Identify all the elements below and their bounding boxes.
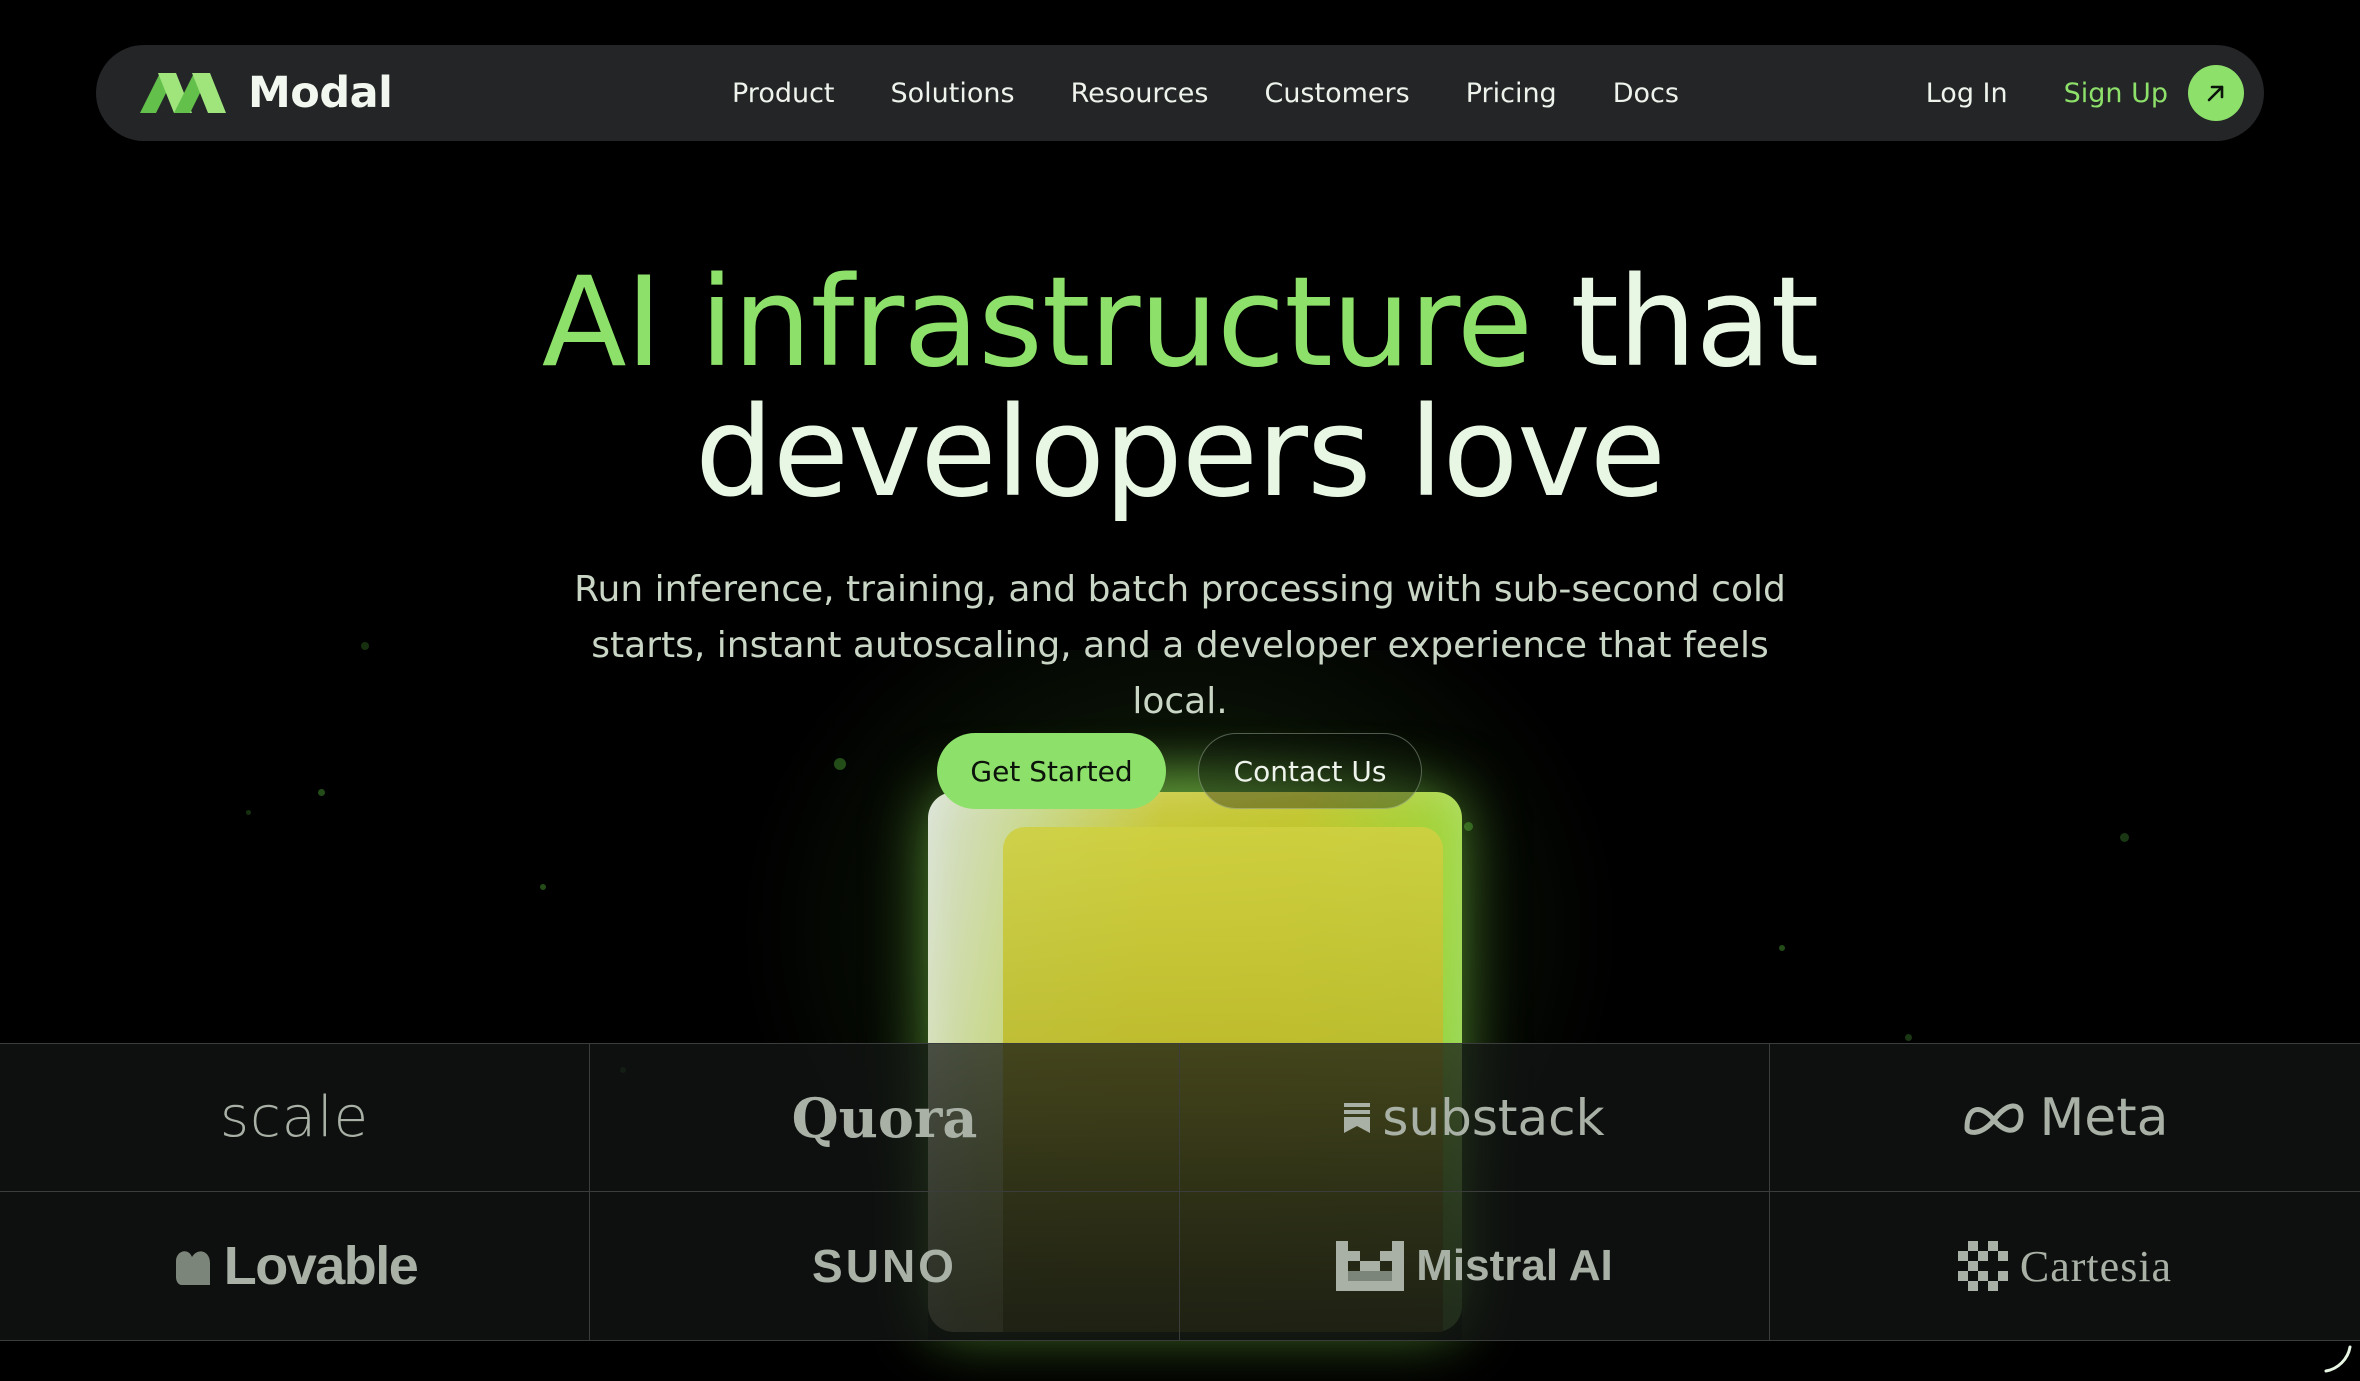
nav-link-pricing[interactable]: Pricing — [1466, 78, 1557, 109]
logo-label: scale — [219, 1085, 370, 1150]
contact-us-button[interactable]: Contact Us — [1198, 733, 1422, 809]
customer-logo-lovable: Lovable — [0, 1192, 590, 1340]
get-started-button[interactable]: Get Started — [937, 733, 1166, 809]
hero-title: AI infrastructure that developers love — [0, 258, 2360, 518]
background-particle — [1905, 1034, 1912, 1041]
nav-link-customers[interactable]: Customers — [1264, 78, 1409, 109]
logo-label: SUNO — [812, 1240, 957, 1292]
nav-link-docs[interactable]: Docs — [1613, 78, 1679, 109]
customer-logo-substack: substack — [1180, 1044, 1770, 1192]
nav-link-product[interactable]: Product — [732, 78, 835, 109]
brand-name: Modal — [248, 68, 393, 118]
background-particle — [834, 758, 846, 770]
arrow-up-right-icon — [2207, 85, 2224, 102]
nav-link-solutions[interactable]: Solutions — [891, 78, 1015, 109]
lovable-heart-icon — [175, 1251, 210, 1285]
corner-resize-icon — [2324, 1345, 2352, 1373]
substack-icon — [1344, 1102, 1371, 1133]
signup-arrow-button[interactable] — [2188, 65, 2244, 121]
logo-label: Mistral AI — [1416, 1241, 1613, 1290]
background-particle — [1779, 945, 1785, 951]
logo-label: Lovable — [223, 1236, 419, 1296]
nav-link-resources[interactable]: Resources — [1071, 78, 1209, 109]
customer-logo-cartesia: Cartesia — [1770, 1192, 2360, 1340]
customer-logo-mistral: Mistral AI — [1180, 1192, 1770, 1340]
customer-logo-scale: scale — [0, 1044, 590, 1192]
hero-title-rest: that — [1531, 251, 1819, 395]
customer-logo-meta: Meta — [1770, 1044, 2360, 1192]
logo-label: Meta — [2039, 1087, 2169, 1148]
logo-label: Cartesia — [2019, 1241, 2173, 1291]
background-particle — [318, 789, 325, 796]
brand[interactable]: Modal — [140, 45, 393, 141]
hero-subtitle: Run inference, training, and batch proce… — [574, 569, 1786, 722]
nav-actions: Log In Sign Up — [1926, 45, 2244, 141]
background-particle — [361, 642, 369, 650]
mistral-icon — [1336, 1241, 1405, 1291]
login-link[interactable]: Log In — [1926, 78, 2008, 109]
hero-title-accent: AI infrastructure — [541, 251, 1533, 395]
background-particle — [246, 810, 251, 815]
cartesia-icon — [1957, 1241, 2008, 1291]
logo-label: substack — [1382, 1088, 1605, 1147]
signup-link[interactable]: Sign Up — [2064, 78, 2168, 109]
nav-links: Product Solutions Resources Customers Pr… — [732, 45, 1679, 141]
hero-title-line2: developers love — [695, 381, 1666, 525]
customer-logo-quora: Quora — [590, 1044, 1180, 1192]
customer-logo-grid: scale Quora substack Meta Lovable SUNO M… — [0, 1043, 2360, 1341]
meta-infinity-icon — [1964, 1103, 2024, 1135]
customer-logo-suno: SUNO — [590, 1192, 1180, 1340]
modal-logo-icon — [140, 73, 226, 113]
background-particle — [2120, 833, 2129, 842]
logo-label: Quora — [791, 1085, 978, 1150]
top-navigation: Modal Product Solutions Resources Custom… — [96, 45, 2264, 141]
background-particle — [540, 884, 546, 890]
